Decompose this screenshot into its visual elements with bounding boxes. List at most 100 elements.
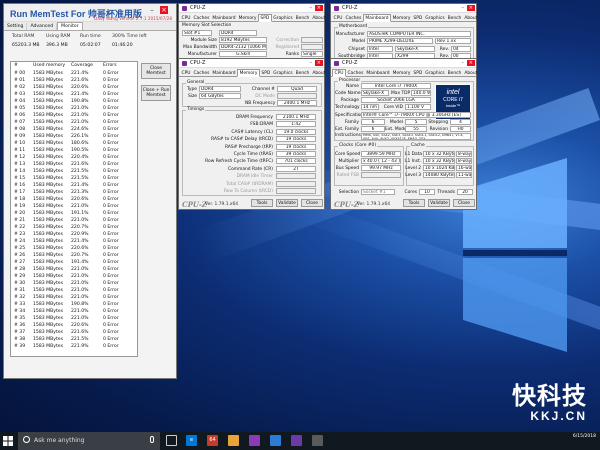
table-row[interactable]: # 32 1583 MBytes 221.0% 0 Error — [11, 294, 137, 301]
tab-cpu[interactable]: CPU — [180, 15, 192, 23]
tab-about[interactable]: About — [463, 15, 479, 23]
tab-memory[interactable]: Memory — [391, 70, 412, 78]
table-row[interactable]: # 03 1583 MBytes 221.4% 0 Error — [11, 91, 137, 98]
folder-icon[interactable] — [228, 435, 239, 446]
table-row[interactable]: # 25 1583 MBytes 220.6% 0 Error — [11, 245, 137, 252]
tab-bench[interactable]: Bench — [446, 15, 463, 23]
app-taskbar-icon[interactable] — [312, 435, 323, 446]
table-row[interactable]: # 13 1583 MBytes 221.6% 0 Error — [11, 161, 137, 168]
tab-mainboard[interactable]: Mainboard — [365, 70, 391, 78]
close-memtest-button[interactable]: Close Memtest — [141, 63, 171, 79]
minimize-icon[interactable]: – — [310, 60, 313, 66]
table-row[interactable]: # 00 1583 MBytes 221.4% 0 Error — [11, 70, 137, 77]
tab-setting[interactable]: Setting — [4, 23, 28, 30]
table-row[interactable]: # 01 1583 MBytes 221.6% 0 Error — [11, 77, 137, 84]
table-row[interactable]: # 18 1583 MBytes 220.6% 0 Error — [11, 196, 137, 203]
table-row[interactable]: # 27 1583 MBytes 191.4% 0 Error — [11, 259, 137, 266]
tab-about[interactable]: About — [311, 70, 327, 78]
minimize-icon[interactable]: – — [148, 6, 156, 14]
socket-select[interactable]: Socket #1 — [361, 189, 395, 195]
table-row[interactable]: # 06 1583 MBytes 221.0% 0 Error — [11, 112, 137, 119]
table-row[interactable]: # 31 1583 MBytes 221.0% 0 Error — [11, 287, 137, 294]
tab-monitor[interactable]: Monitor — [57, 22, 83, 30]
tab-caches[interactable]: Caches — [344, 15, 363, 23]
table-row[interactable]: # 12 1583 MBytes 220.4% 0 Error — [11, 154, 137, 161]
table-row[interactable]: # 17 1583 MBytes 221.3% 0 Error — [11, 189, 137, 196]
tab-caches[interactable]: Caches — [192, 70, 211, 78]
close-icon[interactable]: × — [466, 60, 475, 66]
tab-graphics[interactable]: Graphics — [424, 15, 446, 23]
table-row[interactable]: # 36 1583 MBytes 220.6% 0 Error — [11, 322, 137, 329]
tools-button[interactable]: Tools — [251, 199, 273, 207]
tab-about[interactable]: About — [311, 15, 327, 23]
tab-caches[interactable]: Caches — [346, 70, 365, 78]
table-row[interactable]: # 15 1583 MBytes 221.5% 0 Error — [11, 175, 137, 182]
validate-button[interactable]: Validate — [276, 199, 298, 207]
minimize-icon[interactable]: – — [462, 60, 465, 66]
table-row[interactable]: # 22 1583 MBytes 220.7% 0 Error — [11, 224, 137, 231]
table-row[interactable]: # 24 1583 MBytes 221.4% 0 Error — [11, 238, 137, 245]
table-row[interactable]: # 02 1583 MBytes 220.6% 0 Error — [11, 84, 137, 91]
close-button[interactable]: Close — [453, 199, 475, 207]
tab-mainboard[interactable]: Mainboard — [211, 70, 237, 78]
table-row[interactable]: # 19 1583 MBytes 221.0% 0 Error — [11, 203, 137, 210]
cpuz-titlebar[interactable]: CPU-Z – × — [331, 59, 476, 68]
tab-about[interactable]: About — [463, 70, 479, 78]
table-row[interactable]: # 39 1583 MBytes 221.9% 0 Error — [11, 343, 137, 350]
close-button[interactable]: Close — [301, 199, 323, 207]
memtest-table[interactable]: # Used memory Coverage Errors # 00 1583 M… — [10, 61, 138, 357]
minimize-icon[interactable]: – — [310, 5, 313, 11]
tab-mainboard[interactable]: Mainboard — [211, 15, 237, 23]
cpuz-titlebar[interactable]: CPU-Z – × — [179, 59, 324, 68]
minimize-icon[interactable]: – — [462, 5, 465, 11]
table-row[interactable]: # 26 1583 MBytes 220.7% 0 Error — [11, 252, 137, 259]
table-row[interactable]: # 08 1583 MBytes 224.6% 0 Error — [11, 126, 137, 133]
tab-spd[interactable]: SPD — [260, 70, 272, 78]
table-row[interactable]: # 10 1583 MBytes 180.6% 0 Error — [11, 140, 137, 147]
close-run-memtest-button[interactable]: Close + Run Memtest — [141, 85, 171, 101]
task-view-icon[interactable] — [166, 435, 177, 446]
tab-bench[interactable]: Bench — [294, 70, 311, 78]
tab-spd[interactable]: SPD — [412, 15, 424, 23]
tab-graphics[interactable]: Graphics — [272, 70, 294, 78]
table-row[interactable]: # 07 1583 MBytes 221.0% 0 Error — [11, 119, 137, 126]
close-icon[interactable]: × — [314, 60, 323, 66]
tab-cpu[interactable]: CPU — [180, 70, 192, 78]
tab-memory[interactable]: Memory — [237, 69, 260, 77]
table-row[interactable]: # 35 1583 MBytes 221.0% 0 Error — [11, 315, 137, 322]
slot-select[interactable]: Slot #1 — [182, 30, 212, 36]
validate-button[interactable]: Validate — [428, 199, 450, 207]
table-row[interactable]: # 14 1583 MBytes 221.5% 0 Error — [11, 168, 137, 175]
table-row[interactable]: # 30 1583 MBytes 221.0% 0 Error — [11, 280, 137, 287]
tab-caches[interactable]: Caches — [192, 15, 211, 23]
tools-button[interactable]: Tools — [403, 199, 425, 207]
tab-spd[interactable]: SPD — [257, 14, 272, 22]
memtest-titlebar[interactable]: Run MemTest For 帅哥杯准用版 – × Daxy Wang Ver… — [4, 4, 176, 22]
table-row[interactable]: # 37 1583 MBytes 221.6% 0 Error — [11, 329, 137, 336]
tab-cpu[interactable]: CPU — [332, 69, 346, 77]
table-row[interactable]: # 16 1583 MBytes 221.4% 0 Error — [11, 182, 137, 189]
tab-graphics[interactable]: Graphics — [424, 70, 446, 78]
tab-spd[interactable]: SPD — [412, 70, 424, 78]
tab-memory[interactable]: Memory — [391, 15, 412, 23]
memtest-taskbar-icon[interactable] — [270, 435, 281, 446]
table-row[interactable]: # 09 1583 MBytes 226.1% 0 Error — [11, 133, 137, 140]
system-tray-clock[interactable]: 6/15/2018 — [573, 434, 596, 439]
tab-cpu[interactable]: CPU — [332, 15, 344, 23]
table-row[interactable]: # 11 1583 MBytes 190.5% 0 Error — [11, 147, 137, 154]
cpuz-titlebar[interactable]: CPU-Z – × — [331, 4, 476, 13]
tab-bench[interactable]: Bench — [294, 15, 311, 23]
close-icon[interactable]: × — [314, 5, 323, 11]
table-row[interactable]: # 28 1583 MBytes 221.0% 0 Error — [11, 266, 137, 273]
cpuz-taskbar-icon-2[interactable] — [291, 435, 302, 446]
close-icon[interactable]: × — [160, 6, 168, 14]
tab-advanced[interactable]: Advanced — [27, 23, 58, 30]
table-row[interactable]: # 38 1583 MBytes 221.5% 0 Error — [11, 336, 137, 343]
app-64-icon[interactable]: 64 — [207, 435, 218, 446]
table-row[interactable]: # 20 1583 MBytes 191.1% 0 Error — [11, 210, 137, 217]
tab-mainboard[interactable]: Mainboard — [362, 14, 392, 22]
windows-start-icon[interactable] — [3, 436, 13, 446]
edge-icon[interactable]: e — [186, 435, 197, 446]
cortana-search-box[interactable]: Ask me anything — [18, 432, 160, 450]
table-row[interactable]: # 04 1583 MBytes 190.8% 0 Error — [11, 98, 137, 105]
